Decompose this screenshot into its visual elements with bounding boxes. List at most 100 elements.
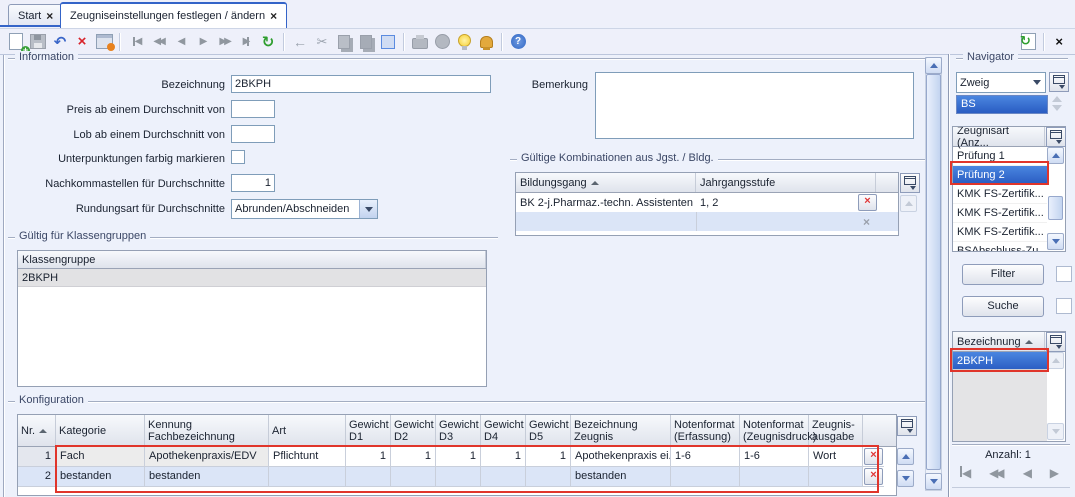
bezeichnung-item[interactable]: 2BKPH: [953, 352, 1047, 370]
field-chooser-icon[interactable]: [900, 173, 920, 193]
column-header[interactable]: GewichtD2: [391, 415, 436, 446]
close-icon[interactable]: ×: [1049, 34, 1069, 49]
scroll-down-icon[interactable]: [897, 470, 914, 487]
select-icon[interactable]: [378, 32, 398, 51]
preis-input[interactable]: [231, 100, 275, 118]
table-row[interactable]: 1FachApothekenpraxis/EDVPflichtunt11111A…: [18, 447, 896, 467]
fast-forward-icon[interactable]: ▶▶: [214, 32, 234, 51]
save-icon[interactable]: [28, 32, 48, 51]
scroll-down-icon[interactable]: [1047, 423, 1064, 440]
field-chooser-icon[interactable]: [897, 416, 917, 436]
suche-option-box[interactable]: [1056, 298, 1072, 314]
unterpunktungen-checkbox[interactable]: [231, 150, 245, 164]
table-row[interactable]: 2BKPH: [18, 269, 486, 287]
filter-option-box[interactable]: [1056, 266, 1072, 282]
filter-button[interactable]: Filter: [962, 264, 1044, 285]
column-header[interactable]: Nr.: [18, 415, 56, 446]
column-header[interactable]: GewichtD1: [346, 415, 391, 446]
delete-row-icon[interactable]: ×: [864, 448, 883, 465]
scroll-up-icon[interactable]: [925, 57, 942, 74]
fast-back-icon[interactable]: ◀◀: [989, 466, 1002, 480]
field-chooser-icon[interactable]: [1046, 332, 1066, 352]
delete-row-icon[interactable]: ×: [864, 468, 883, 485]
scroll-up-icon[interactable]: [1047, 352, 1064, 369]
field-chooser-icon[interactable]: [1049, 72, 1069, 92]
scroll-up-icon[interactable]: [1047, 147, 1064, 164]
scrollbar-thumb[interactable]: [1048, 196, 1063, 220]
column-header[interactable]: GewichtD3: [436, 415, 481, 446]
column-header[interactable]: Kategorie: [56, 415, 145, 446]
fast-back-icon[interactable]: ◀◀: [148, 32, 168, 51]
column-header[interactable]: Notenformat(Zeugnisdruck): [740, 415, 809, 446]
paste-icon[interactable]: [356, 32, 376, 51]
zweig-selected-item[interactable]: BS: [956, 95, 1048, 114]
print-icon[interactable]: [410, 32, 430, 51]
suche-button[interactable]: Suche: [962, 296, 1044, 317]
column-header[interactable]: Notenformat(Erfassung): [671, 415, 740, 446]
hint-bulb-icon[interactable]: [454, 32, 474, 51]
lob-input[interactable]: [231, 125, 275, 143]
column-header-klassengruppe[interactable]: Klassengruppe: [18, 251, 486, 268]
column-label: Zeugnis-: [812, 419, 855, 431]
notify-bell-icon[interactable]: [476, 32, 496, 51]
delete-row-icon[interactable]: ×: [858, 215, 875, 229]
disc-icon[interactable]: [432, 32, 452, 51]
refresh-icon[interactable]: ↻: [258, 32, 278, 51]
scroll-down-icon[interactable]: [925, 473, 942, 490]
last-record-icon[interactable]: ▶: [236, 32, 256, 51]
back-record-icon[interactable]: ◀: [1023, 466, 1029, 480]
first-record-icon[interactable]: ◀: [126, 32, 146, 51]
bezeichnung-header[interactable]: Bezeichnung: [953, 332, 1045, 351]
zeugnisart-header[interactable]: Zeugnisart (Anz...: [953, 127, 1045, 146]
zeugnisart-item[interactable]: KMK FS-Zertifik...: [953, 223, 1047, 242]
delete-row-icon[interactable]: ×: [858, 194, 877, 211]
chevron-down-icon[interactable]: [1028, 73, 1045, 92]
bemerkung-textarea[interactable]: [595, 72, 914, 139]
forward-record-icon[interactable]: ▶: [1050, 466, 1056, 480]
spinner-up-icon[interactable]: [1050, 96, 1064, 102]
table-row-empty[interactable]: ×: [516, 212, 898, 231]
help-icon[interactable]: ?: [508, 32, 528, 51]
chevron-down-icon[interactable]: [359, 200, 377, 218]
column-header[interactable]: GewichtD5: [526, 415, 571, 446]
delete-icon[interactable]: ×: [72, 32, 92, 51]
column-header[interactable]: KennungFachbezeichnung: [145, 415, 269, 446]
column-header[interactable]: BezeichnungZeugnis: [571, 415, 671, 446]
forward-record-icon[interactable]: ▶: [192, 32, 212, 51]
zeugnisart-item[interactable]: Prüfung 1: [953, 147, 1047, 166]
copy-icon[interactable]: [334, 32, 354, 51]
back-record-icon[interactable]: ◀: [170, 32, 190, 51]
column-header-bildungsgang[interactable]: Bildungsgang: [516, 173, 696, 192]
zeugnisart-item[interactable]: KMK FS-Zertifik...: [953, 185, 1047, 204]
column-header[interactable]: Art: [269, 415, 346, 446]
zeugnisart-item[interactable]: BSAbschluss-Zu...: [953, 242, 1047, 252]
nachkommastellen-input[interactable]: 1: [231, 174, 275, 192]
zeugnisart-item[interactable]: Prüfung 2: [953, 166, 1047, 185]
first-record-icon[interactable]: ◀: [960, 466, 968, 480]
tab-zeugniseinstellungen[interactable]: Zeugniseinstellungen festlegen / ändern …: [60, 2, 287, 28]
back-arrow-icon[interactable]: ←: [290, 32, 310, 51]
tab-start[interactable]: Start ×: [8, 4, 63, 27]
zeugnisart-item[interactable]: KMK FS-Zertifik...: [953, 204, 1047, 223]
column-header-jahrgangsstufe[interactable]: Jahrgangsstufe: [696, 173, 876, 192]
scroll-up-icon[interactable]: [900, 195, 917, 212]
cut-icon[interactable]: ✂: [312, 32, 332, 51]
column-header[interactable]: GewichtD4: [481, 415, 526, 446]
field-chooser-icon[interactable]: [1046, 127, 1066, 147]
form-remove-icon[interactable]: [94, 32, 114, 51]
table-row[interactable]: 2bestandenbestandenbestanden×: [18, 467, 896, 487]
scroll-down-icon[interactable]: [1047, 233, 1064, 250]
scroll-up-icon[interactable]: [897, 448, 914, 465]
new-record-icon[interactable]: +: [6, 32, 26, 51]
tab-close-icon[interactable]: ×: [46, 11, 53, 21]
sync-icon[interactable]: [1018, 32, 1038, 51]
spinner-down-icon[interactable]: [1050, 105, 1064, 111]
bezeichnung-input[interactable]: 2BKPH: [231, 75, 491, 93]
table-row[interactable]: BK 2-j.Pharmaz.-techn. Assistenten1, 2×: [516, 193, 898, 212]
zweig-select[interactable]: Zweig: [956, 72, 1046, 93]
rundungsart-select[interactable]: Abrunden/Abschneiden: [231, 199, 378, 219]
undo-icon[interactable]: ↶: [50, 32, 70, 51]
scrollbar-thumb[interactable]: [926, 74, 941, 470]
tab-close-icon[interactable]: ×: [270, 11, 277, 21]
column-header[interactable]: Zeugnis-ausgabe: [809, 415, 863, 446]
